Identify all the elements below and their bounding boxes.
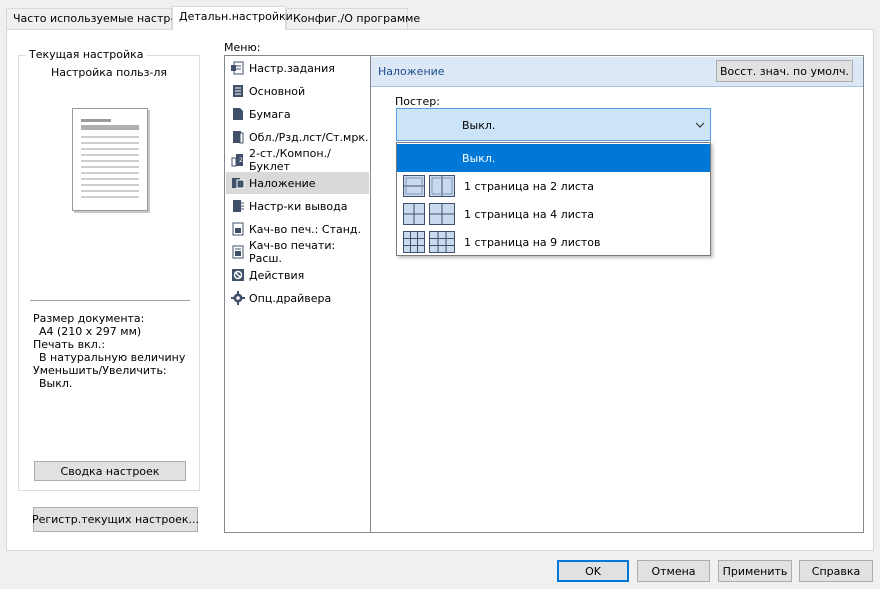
tab-label: Детальн.настройки [179, 10, 293, 23]
menu-item-label: Кач-во печ.: Станд. [249, 222, 362, 236]
menu-item-actions[interactable]: Действия [226, 264, 369, 286]
menu-item-label: Опц.драйвера [249, 291, 332, 305]
tab-label: Часто используемые настр-ки [13, 12, 189, 25]
poster-portrait-4-icon [403, 203, 425, 225]
poster-landscape-9-icon [429, 231, 455, 253]
cover-icon [233, 131, 244, 144]
menu-item-label: Действия [249, 268, 305, 282]
current-setting-name: Настройка польз-ля [50, 66, 168, 79]
menu-item-label: Настр-ки вывода [249, 199, 348, 213]
poster-option-9-sheets[interactable]: 1 страница на 9 листов [397, 228, 710, 256]
apply-button[interactable]: Применить [718, 560, 792, 582]
help-button[interactable]: Справка [799, 560, 873, 582]
print-on-label: Печать вкл.: [33, 338, 106, 351]
poster-dropdown[interactable]: Выкл. [396, 108, 711, 141]
page-preview-lines [81, 119, 139, 198]
cancel-button[interactable]: Отмена [637, 560, 710, 582]
quality-standard-icon [232, 222, 244, 236]
menu-item-label: Обл./Рзд.лст/Ст.мрк. [249, 130, 369, 144]
poster-option-4-sheets[interactable]: 1 страница на 4 листа [397, 200, 710, 228]
poster-portrait-9-icon [403, 231, 425, 253]
option-label: Выкл. [462, 151, 496, 165]
option-label: 1 страница на 2 листа [464, 179, 595, 193]
option-label: 1 страница на 4 листа [464, 207, 595, 221]
menu-item-label: Настр.задания [249, 61, 335, 75]
poster-landscape-2-icon [429, 175, 455, 197]
chevron-down-icon [695, 122, 705, 128]
reduce-value: Выкл. [39, 377, 73, 390]
tab-detailed-settings[interactable]: Детальн.настройки [172, 6, 293, 30]
setting-info: Размер документа: A4 (210 x 297 мм) Печа… [33, 312, 185, 390]
reduce-label: Уменьшить/Увеличить: [33, 364, 167, 377]
menu-item-cover[interactable]: Обл./Рзд.лст/Ст.мрк. [226, 126, 369, 148]
menu-item-quality-standard[interactable]: Кач-во печ.: Станд. [226, 218, 369, 240]
menu-item-label: Основной [249, 84, 306, 98]
menu-item-paper[interactable]: Бумага [226, 103, 369, 125]
menu-item-label: Наложение [249, 176, 316, 190]
poster-label: Постер: [395, 95, 440, 108]
menu-label: Меню: [224, 41, 261, 54]
basic-icon [233, 85, 243, 97]
tab-config-about[interactable]: Конфиг./О программе [286, 8, 420, 29]
page-preview [72, 108, 148, 211]
menu-item-output[interactable]: Настр-ки вывода [226, 195, 369, 217]
option-label: 1 страница на 9 листов [464, 235, 601, 249]
menu-item-job-settings[interactable]: Настр.задания [226, 57, 369, 79]
doc-size-value: A4 (210 x 297 мм) [39, 325, 142, 338]
separator [30, 300, 190, 301]
poster-dropdown-value: Выкл. [462, 119, 496, 132]
poster-portrait-2-icon [403, 175, 425, 197]
poster-options-list: Выкл. 1 страница на 2 листа 1 страница н… [396, 142, 711, 256]
poster-option-2-sheets[interactable]: 1 страница на 2 листа [397, 172, 710, 200]
menu-item-label: Кач-во печати: Расш. [249, 239, 336, 265]
svg-text:2: 2 [239, 157, 243, 164]
settings-summary-button[interactable]: Сводка настроек [34, 461, 186, 481]
poster-landscape-4-icon [429, 203, 455, 225]
menu-item-basic[interactable]: Основной [226, 80, 369, 102]
output-icon [233, 200, 244, 212]
driver-options-icon [231, 291, 245, 305]
job-settings-icon [231, 61, 244, 75]
menu-item-duplex[interactable]: 2 2-ст./Компон./Буклет [226, 147, 369, 173]
overlay-icon [232, 178, 245, 189]
tab-frequent-settings[interactable]: Часто используемые настр-ки [6, 8, 188, 29]
restore-defaults-button[interactable]: Восст. знач. по умолч. [716, 60, 853, 82]
current-setting-title: Текущая настройка [26, 48, 147, 61]
quality-advanced-icon [232, 245, 244, 259]
print-on-value: В натуральную величину [39, 351, 186, 364]
doc-size-label: Размер документа: [33, 312, 145, 325]
duplex-icon: 2 [231, 154, 243, 167]
menu-item-quality-advanced[interactable]: Кач-во печати: Расш. [226, 239, 369, 265]
poster-option-off[interactable]: Выкл. [397, 144, 710, 172]
menu-item-overlay[interactable]: Наложение [226, 172, 369, 194]
menu-item-label: Бумага [249, 107, 291, 121]
actions-icon [232, 269, 244, 281]
menu-item-driver-options[interactable]: Опц.драйвера [226, 287, 369, 309]
panel-title: Наложение [378, 65, 445, 78]
register-settings-button[interactable]: Регистр.текущих настроек... [32, 507, 199, 532]
tab-label: Конфиг./О программе [293, 12, 421, 25]
paper-icon [233, 108, 243, 120]
ok-button[interactable]: OK [557, 560, 629, 582]
menu-item-label: 2-ст./Компон./Буклет [249, 147, 331, 173]
